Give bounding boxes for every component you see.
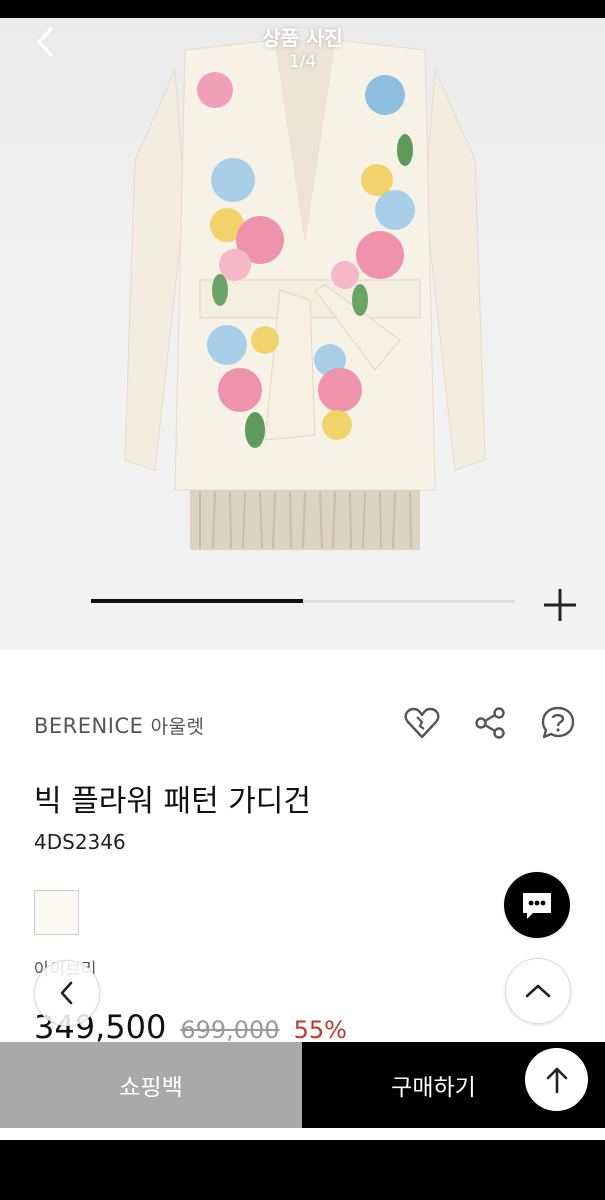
top-bar: 상품 사진 1/4 <box>0 18 605 78</box>
share-icon[interactable] <box>471 704 509 742</box>
gallery-progress-fill <box>91 599 303 603</box>
product-image <box>124 40 486 550</box>
system-nav-bar <box>0 1128 605 1200</box>
product-name: 빅 플라워 패턴 가디건 <box>34 784 312 819</box>
question-icon[interactable] <box>539 704 577 742</box>
bottom-action-bar: 쇼핑백 구매하기 <box>0 1042 605 1128</box>
product-gallery[interactable] <box>0 18 605 650</box>
brand-name: BERENICE <box>34 714 144 738</box>
image-counter: 1/4 <box>288 52 317 72</box>
discount-rate: 55% <box>293 1016 347 1044</box>
color-swatch[interactable] <box>34 890 79 935</box>
product-actions <box>403 704 577 742</box>
chevron-up-icon[interactable] <box>505 958 571 1024</box>
outlet-label: 아울렛 <box>150 716 205 738</box>
brand-label[interactable]: BERENICE 아울렛 <box>34 712 205 739</box>
original-price: 699,000 <box>180 1016 280 1044</box>
heart-icon[interactable] <box>403 704 441 742</box>
product-code: 4DS2346 <box>34 830 126 854</box>
zoom-plus-icon[interactable] <box>540 585 580 625</box>
page-title: 상품 사진 <box>262 26 343 50</box>
status-bar <box>0 0 605 18</box>
chat-icon[interactable] <box>504 872 570 938</box>
gallery-progress-bar <box>91 599 515 603</box>
chevron-left-icon[interactable] <box>34 960 100 1026</box>
arrow-up-icon[interactable] <box>525 1048 588 1111</box>
shopping-bag-button[interactable]: 쇼핑백 <box>0 1042 302 1128</box>
screen: 상품 사진 1/4 BERENICE 아울렛 빅 플라워 패턴 가디건 4DS2… <box>0 0 605 1200</box>
